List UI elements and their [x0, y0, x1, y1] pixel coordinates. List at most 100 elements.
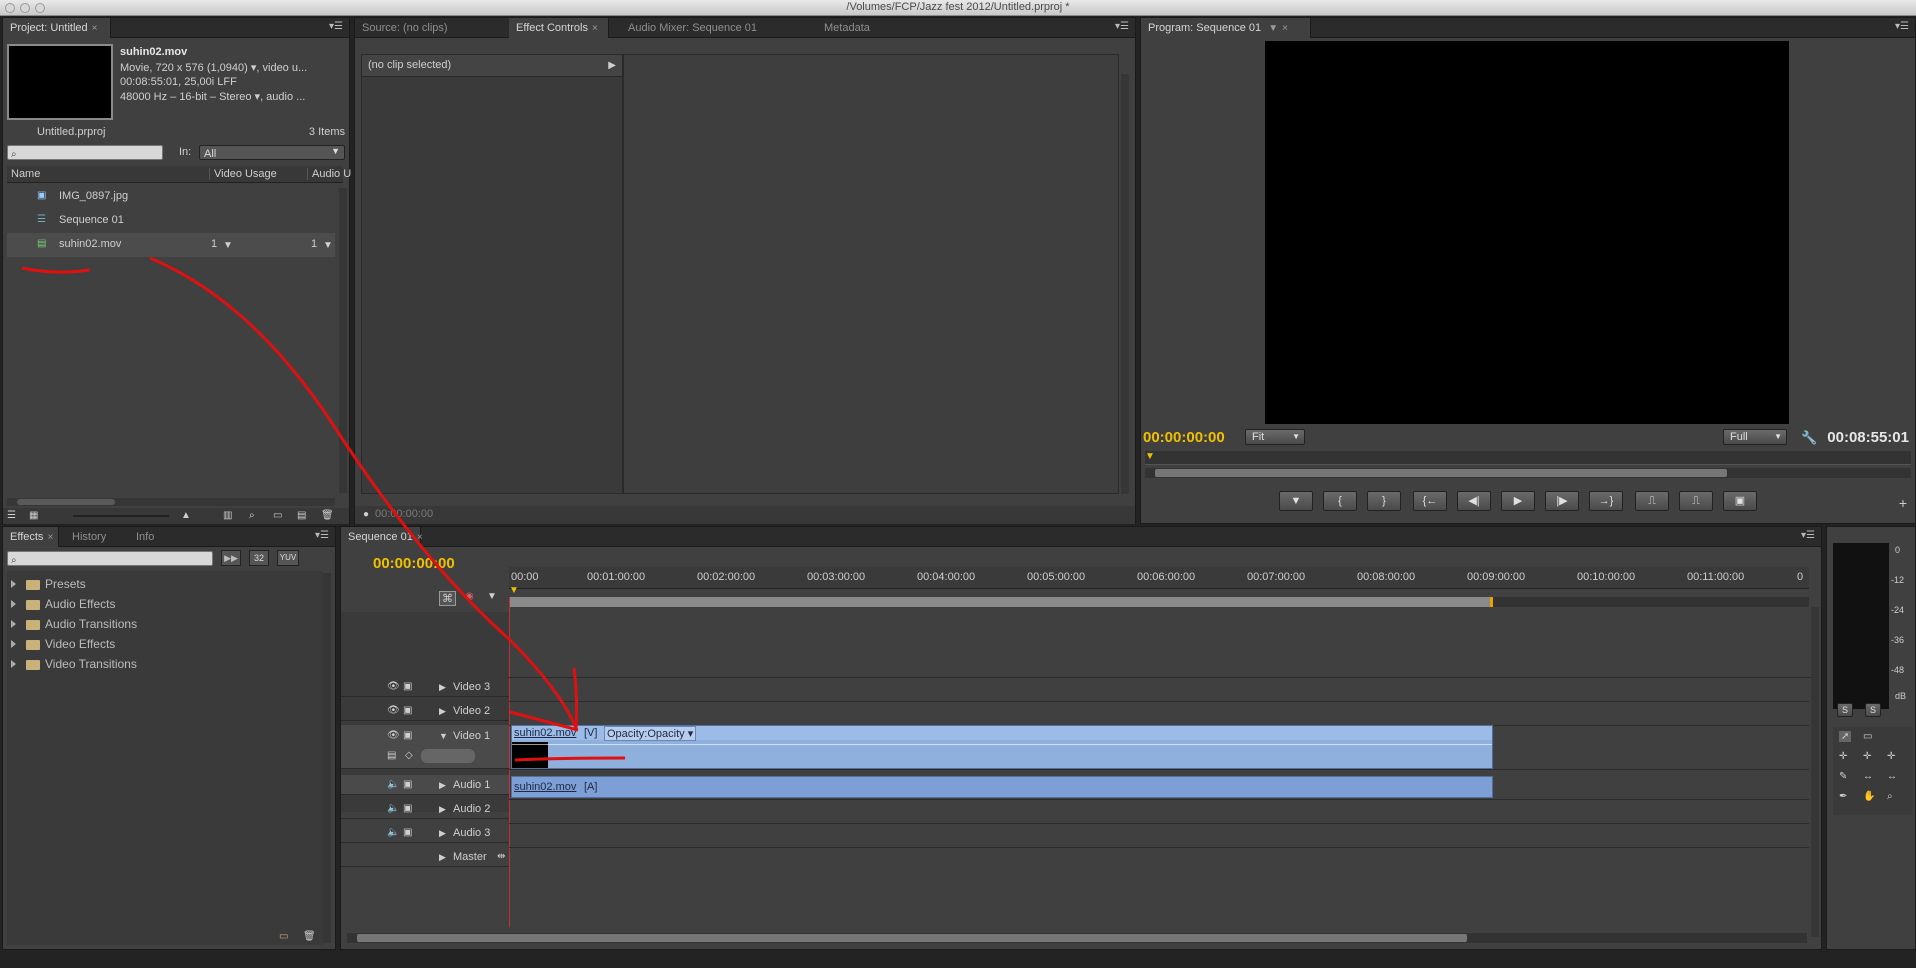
- tree-item-audio-transitions[interactable]: Audio Transitions: [11, 617, 137, 635]
- program-time-ruler[interactable]: ▼: [1145, 451, 1911, 465]
- chevron-down-icon[interactable]: ▼: [223, 240, 233, 251]
- 32bit-effects-badge[interactable]: 32: [249, 550, 269, 566]
- marker-icon[interactable]: ▼: [487, 591, 497, 602]
- play-button[interactable]: ▶: [1501, 491, 1535, 511]
- panel-menu-icon[interactable]: ▾☰: [1801, 530, 1815, 541]
- lock-icon[interactable]: ▣: [403, 730, 412, 741]
- lock-icon[interactable]: ▣: [403, 779, 412, 790]
- program-video-frame[interactable]: [1265, 41, 1789, 424]
- export-frame-button[interactable]: ▣: [1723, 491, 1757, 511]
- project-search-input[interactable]: ⌕: [7, 145, 163, 160]
- chevron-right-icon[interactable]: ▶: [439, 828, 446, 839]
- chevron-down-icon[interactable]: ▼: [439, 731, 448, 741]
- quality-dropdown[interactable]: Full ▼: [1723, 429, 1787, 445]
- program-zoom-scrollbar[interactable]: [1145, 468, 1911, 478]
- tab-program[interactable]: Program: Sequence 01 ▼ ×: [1141, 18, 1311, 38]
- tree-item-audio-effects[interactable]: Audio Effects: [11, 597, 116, 615]
- eye-icon[interactable]: 👁: [387, 705, 400, 716]
- chevron-right-icon[interactable]: [11, 660, 16, 668]
- solo-left-button[interactable]: S: [1837, 703, 1853, 717]
- wrench-icon[interactable]: 🔧: [1801, 430, 1817, 446]
- hand-tool-icon[interactable]: ✋: [1863, 791, 1875, 802]
- close-icon[interactable]: ×: [47, 532, 53, 543]
- extract-button[interactable]: ⎍: [1679, 491, 1713, 511]
- accelerated-effects-icon[interactable]: ▶▶: [221, 550, 241, 566]
- list-item[interactable]: ☰ Sequence 01: [7, 209, 335, 233]
- solo-right-button[interactable]: S: [1865, 703, 1881, 717]
- rolling-edit-tool-icon[interactable]: ✛: [1863, 751, 1871, 762]
- project-vscrollbar[interactable]: [339, 188, 347, 493]
- panel-menu-icon[interactable]: ▾☰: [1115, 21, 1129, 32]
- eye-icon[interactable]: 👁: [387, 730, 400, 741]
- tree-item-video-effects[interactable]: Video Effects: [11, 637, 115, 655]
- chevron-right-icon[interactable]: [11, 600, 16, 608]
- zoom-fit-dropdown[interactable]: Fit ▼: [1245, 429, 1305, 445]
- column-audio-usage[interactable]: Audio U: [307, 168, 351, 180]
- work-area-bar[interactable]: [509, 597, 1809, 607]
- timeline-timecode[interactable]: 00:00:00:00: [373, 555, 455, 572]
- timeline-ruler[interactable]: 00:00 00:01:00:00 00:02:00:00 00:03:00:0…: [509, 567, 1809, 589]
- find-icon[interactable]: ⌕: [249, 510, 255, 521]
- chevron-right-icon[interactable]: ▶: [439, 682, 446, 693]
- video-clip[interactable]: suhin02.mov [V] Opacity:Opacity ▾: [511, 725, 1493, 769]
- trash-icon[interactable]: 🗑: [303, 931, 316, 942]
- new-bin-icon[interactable]: ▭: [279, 931, 288, 942]
- new-item-icon[interactable]: ▤: [297, 510, 306, 521]
- zoom-tool-icon[interactable]: ⌕: [1887, 791, 1893, 802]
- list-item[interactable]: ▣ IMG_0897.jpg: [7, 185, 335, 209]
- column-video-usage[interactable]: Video Usage: [209, 168, 277, 180]
- chevron-right-icon[interactable]: ▶: [439, 804, 446, 815]
- mark-out-button[interactable]: }: [1367, 491, 1401, 511]
- mark-in-button[interactable]: {: [1323, 491, 1357, 511]
- chevron-right-icon[interactable]: ▶: [439, 706, 446, 717]
- tab-audio-mixer[interactable]: Audio Mixer: Sequence 01: [621, 18, 801, 38]
- slide-tool-icon[interactable]: ↔: [1887, 771, 1897, 782]
- tab-effect-controls[interactable]: Effect Controls ×: [509, 18, 609, 38]
- timeline-hscrollbar[interactable]: [347, 933, 1807, 943]
- tree-item-presets[interactable]: Presets: [11, 577, 86, 595]
- tab-sequence[interactable]: Sequence 01 ×: [341, 527, 423, 547]
- pen-tool-icon[interactable]: ✒: [1839, 791, 1847, 802]
- effects-search-input[interactable]: ⌕: [7, 551, 213, 566]
- chevron-right-icon[interactable]: [11, 580, 16, 588]
- chevron-down-icon[interactable]: ▼: [323, 240, 333, 251]
- project-hscrollbar[interactable]: [7, 498, 335, 506]
- chevron-right-icon[interactable]: [11, 640, 16, 648]
- chevron-right-icon[interactable]: ▶: [439, 780, 446, 791]
- effects-vscrollbar[interactable]: [323, 573, 331, 943]
- step-forward-button[interactable]: |▶: [1545, 491, 1579, 511]
- icon-view-icon[interactable]: ▦: [29, 510, 38, 521]
- column-name[interactable]: Name: [11, 168, 40, 180]
- tab-project[interactable]: Project: Untitled ×: [3, 18, 111, 38]
- chevron-down-icon[interactable]: ▼: [1268, 23, 1278, 34]
- selection-tool-icon[interactable]: ➚: [1839, 731, 1852, 742]
- in-filter-dropdown[interactable]: All ▼: [199, 145, 345, 160]
- slip-tool-icon[interactable]: ↔: [1863, 771, 1873, 782]
- effect-controls-vscrollbar[interactable]: [1121, 74, 1129, 494]
- close-icon[interactable]: ×: [417, 532, 423, 543]
- playhead-icon[interactable]: ▼: [509, 585, 519, 596]
- program-current-timecode[interactable]: 00:00:00:00: [1143, 429, 1225, 446]
- keyframe-nav[interactable]: [421, 749, 475, 763]
- speaker-icon[interactable]: 🔈: [387, 803, 399, 814]
- tab-history[interactable]: History: [65, 527, 121, 547]
- tree-item-video-transitions[interactable]: Video Transitions: [11, 657, 137, 675]
- ripple-edit-tool-icon[interactable]: ✛: [1839, 751, 1847, 762]
- trash-icon[interactable]: 🗑: [321, 510, 334, 521]
- keyframe-toggle-icon[interactable]: ▤: [387, 750, 396, 761]
- close-icon[interactable]: ×: [1282, 23, 1288, 34]
- lock-icon[interactable]: ▣: [403, 681, 412, 692]
- tab-source[interactable]: Source: (no clips): [355, 18, 505, 38]
- automate-icon[interactable]: ▲: [181, 510, 191, 521]
- yuv-effects-badge[interactable]: YUV: [277, 550, 299, 566]
- panel-menu-icon[interactable]: ▾☰: [1895, 21, 1909, 32]
- chevron-right-icon[interactable]: ▶: [439, 852, 446, 863]
- panel-menu-icon[interactable]: ▾☰: [329, 21, 343, 32]
- opacity-dropdown[interactable]: Opacity:Opacity ▾: [604, 726, 697, 741]
- eye-icon[interactable]: 👁: [387, 681, 400, 692]
- razor-tool-icon[interactable]: ✎: [1839, 771, 1847, 782]
- tab-info[interactable]: Info: [129, 527, 169, 547]
- set-marker-icon[interactable]: ◉: [465, 591, 474, 602]
- playhead-icon[interactable]: ▼: [1145, 451, 1155, 462]
- lock-icon[interactable]: ▣: [403, 803, 412, 814]
